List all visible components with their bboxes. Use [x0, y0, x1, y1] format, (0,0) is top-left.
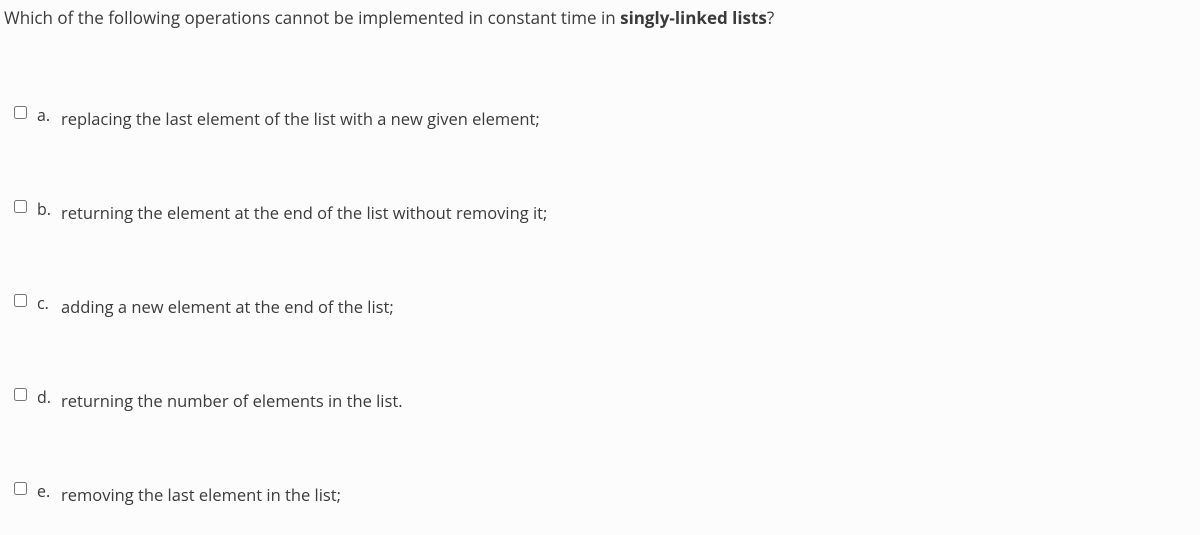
- option-c-letter: c.: [37, 292, 55, 314]
- option-c-checkbox[interactable]: [14, 294, 27, 307]
- options-list: a. replacing the last element of the lis…: [0, 100, 1200, 510]
- option-a: a. replacing the last element of the lis…: [0, 100, 1200, 134]
- option-c-text: adding a new element at the end of the l…: [61, 295, 394, 318]
- option-b-letter: b.: [37, 198, 55, 220]
- question-bold: singly-linked lists: [620, 6, 767, 29]
- option-c: c. adding a new element at the end of th…: [0, 288, 1200, 322]
- option-a-text: replacing the last element of the list w…: [61, 107, 540, 130]
- option-e-text: removing the last element in the list;: [61, 483, 341, 506]
- option-b: b. returning the element at the end of t…: [0, 194, 1200, 228]
- option-e-letter: e.: [37, 480, 55, 502]
- option-d: d. returning the number of elements in t…: [0, 382, 1200, 416]
- option-e: e. removing the last element in the list…: [0, 476, 1200, 510]
- question-prefix: Which of the following operations cannot…: [4, 6, 620, 29]
- option-a-letter: a.: [37, 104, 55, 126]
- option-e-checkbox[interactable]: [14, 482, 27, 495]
- option-d-checkbox[interactable]: [14, 388, 27, 401]
- option-d-text: returning the number of elements in the …: [61, 389, 403, 412]
- question-suffix: ?: [767, 6, 774, 29]
- option-a-checkbox[interactable]: [14, 106, 27, 119]
- option-b-text: returning the element at the end of the …: [61, 201, 547, 224]
- question-text: Which of the following operations cannot…: [0, 0, 1200, 30]
- option-d-letter: d.: [37, 386, 55, 408]
- option-b-checkbox[interactable]: [14, 200, 27, 213]
